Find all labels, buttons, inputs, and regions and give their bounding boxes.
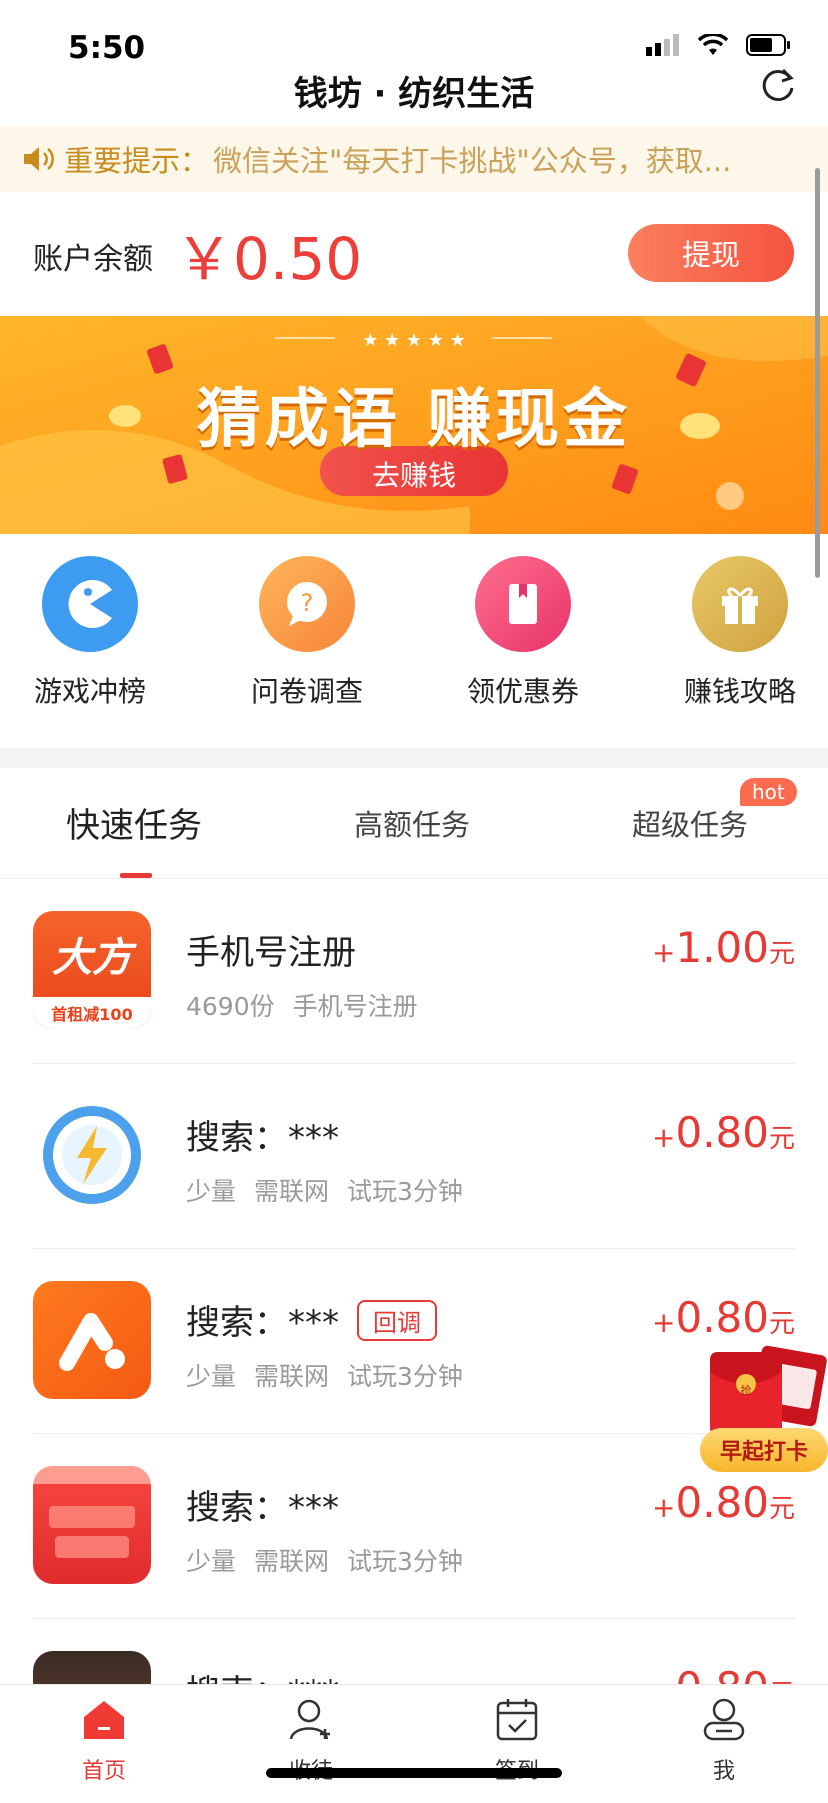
status-icons [646,34,792,56]
calendar-check-icon [496,1699,538,1741]
app-icon-orange [33,1281,151,1399]
page-title: 钱坊 · 纺织生活 [293,74,535,114]
svg-text:?: ? [301,589,314,617]
task-item[interactable]: 大方 首租减100 手机号注册 4690份 手机号注册 +1.00元 [33,879,795,1064]
svg-text:★ ★ ★ ★ ★: ★ ★ ★ ★ ★ [362,330,466,351]
notice-bar[interactable]: 重要提示： 微信关注"每天打卡挑战"公众号，获取... [0,126,828,192]
quick-item-coupon[interactable]: 领优惠券 [428,556,618,710]
tabbar-label: 我 [712,1759,735,1784]
quick-label: 问卷调查 [250,675,363,708]
early-checkin-float[interactable]: 抢 早起打卡 [700,1344,828,1484]
task-item[interactable]: 搜索：*** 回调 少量 需联网 试玩3分钟 +0.80元 [33,1249,795,1434]
task-item[interactable]: 搜索：*** 少量 需联网 试玩3分钟 +0.80元 [33,1434,795,1619]
speaker-icon [24,147,54,171]
section-divider [0,748,828,768]
tab-super-tasks[interactable]: 超级任务 [632,802,748,844]
quick-item-game-rank[interactable]: 游戏冲榜 [0,556,185,710]
promo-banner[interactable]: ★ ★ ★ ★ ★ 猜成语 赚现金 去赚钱 [0,316,828,534]
app-icon-lightning [33,1096,151,1214]
question-bubble-icon: ? [259,556,355,652]
task-meta: 少量 需联网 试玩3分钟 [186,1547,463,1576]
cellular-signal-icon [646,34,679,56]
quick-item-strategy[interactable]: 赚钱攻略 [645,556,828,710]
task-item[interactable]: 搜索：*** 少量 需联网 试玩3分钟 +0.80元 [33,1064,795,1249]
quick-label: 游戏冲榜 [33,675,146,708]
quick-item-survey[interactable]: ? 问卷调查 [212,556,402,710]
task-title: 搜索：*** 回调 [186,1295,437,1345]
balance-value: ￥0.50 [175,225,363,293]
refresh-icon[interactable] [756,64,800,108]
app-icon-subtext: 首租减100 [51,1005,133,1024]
pacman-icon [42,556,138,652]
task-reward: +1.00元 [652,923,795,972]
profile-icon [703,1698,745,1741]
task-reward: +0.80元 [652,1108,795,1157]
app-icon-text: 大方 [52,935,132,981]
envelope-char: 抢 [740,1384,752,1397]
quick-actions: 游戏冲榜 ? 问卷调查 领优惠券 赚钱攻略 [0,556,828,716]
callback-tag: 回调 [357,1300,437,1341]
notice-text: 微信关注"每天打卡挑战"公众号，获取... [213,144,732,178]
task-title: 搜索：*** [186,1118,339,1158]
balance-label: 账户余额 [33,242,153,277]
task-list: 大方 首租减100 手机号注册 4690份 手机号注册 +1.00元 搜索：***… [0,879,828,1803]
tab-high-tasks[interactable]: 高额任务 [354,802,470,844]
task-meta: 4690份 手机号注册 [186,992,418,1021]
red-envelope-icon [710,1345,827,1436]
status-time: 5:50 [68,30,146,66]
add-user-icon [289,1699,330,1740]
banner-headline: 猜成语 赚现金 [196,383,632,457]
tabbar-label: 首页 [81,1759,126,1784]
nav-bar: 钱坊 · 纺织生活 [0,64,828,126]
battery-icon [746,34,790,56]
gift-icon [692,556,788,652]
banner-cta-button[interactable]: 去赚钱 [320,454,508,494]
balance-section: 账户余额 ￥0.50 提现 [0,192,828,314]
wifi-icon [698,34,728,55]
task-meta: 少量 需联网 试玩3分钟 [186,1177,463,1206]
tabbar-home[interactable]: 首页 [44,1695,164,1785]
notice-prefix: 重要提示： [64,144,210,178]
app-icon-red [33,1466,151,1584]
hot-badge: hot [740,778,797,806]
task-tabs: 快速任务 高额任务 超级任务 hot [0,768,828,879]
tab-active-indicator [120,873,152,878]
status-bar: 5:50 [0,0,828,70]
task-title: 手机号注册 [186,933,356,973]
task-title: 搜索：*** [186,1488,339,1528]
task-reward: +0.80元 [652,1478,795,1527]
home-icon [84,1701,124,1739]
quick-label: 领优惠券 [466,675,579,708]
tabbar-me[interactable]: 我 [664,1695,784,1785]
home-indicator[interactable] [266,1768,562,1778]
task-meta: 少量 需联网 试玩3分钟 [186,1362,463,1391]
coupon-book-icon [475,556,571,652]
withdraw-button[interactable]: 提现 [628,224,794,282]
app-icon-dafang: 大方 首租减100 [33,911,151,1029]
tab-quick-tasks[interactable]: 快速任务 [66,798,202,847]
float-label: 早起打卡 [700,1428,828,1472]
quick-label: 赚钱攻略 [683,675,796,708]
task-reward: +0.80元 [652,1293,795,1342]
scrollbar[interactable] [815,168,820,578]
